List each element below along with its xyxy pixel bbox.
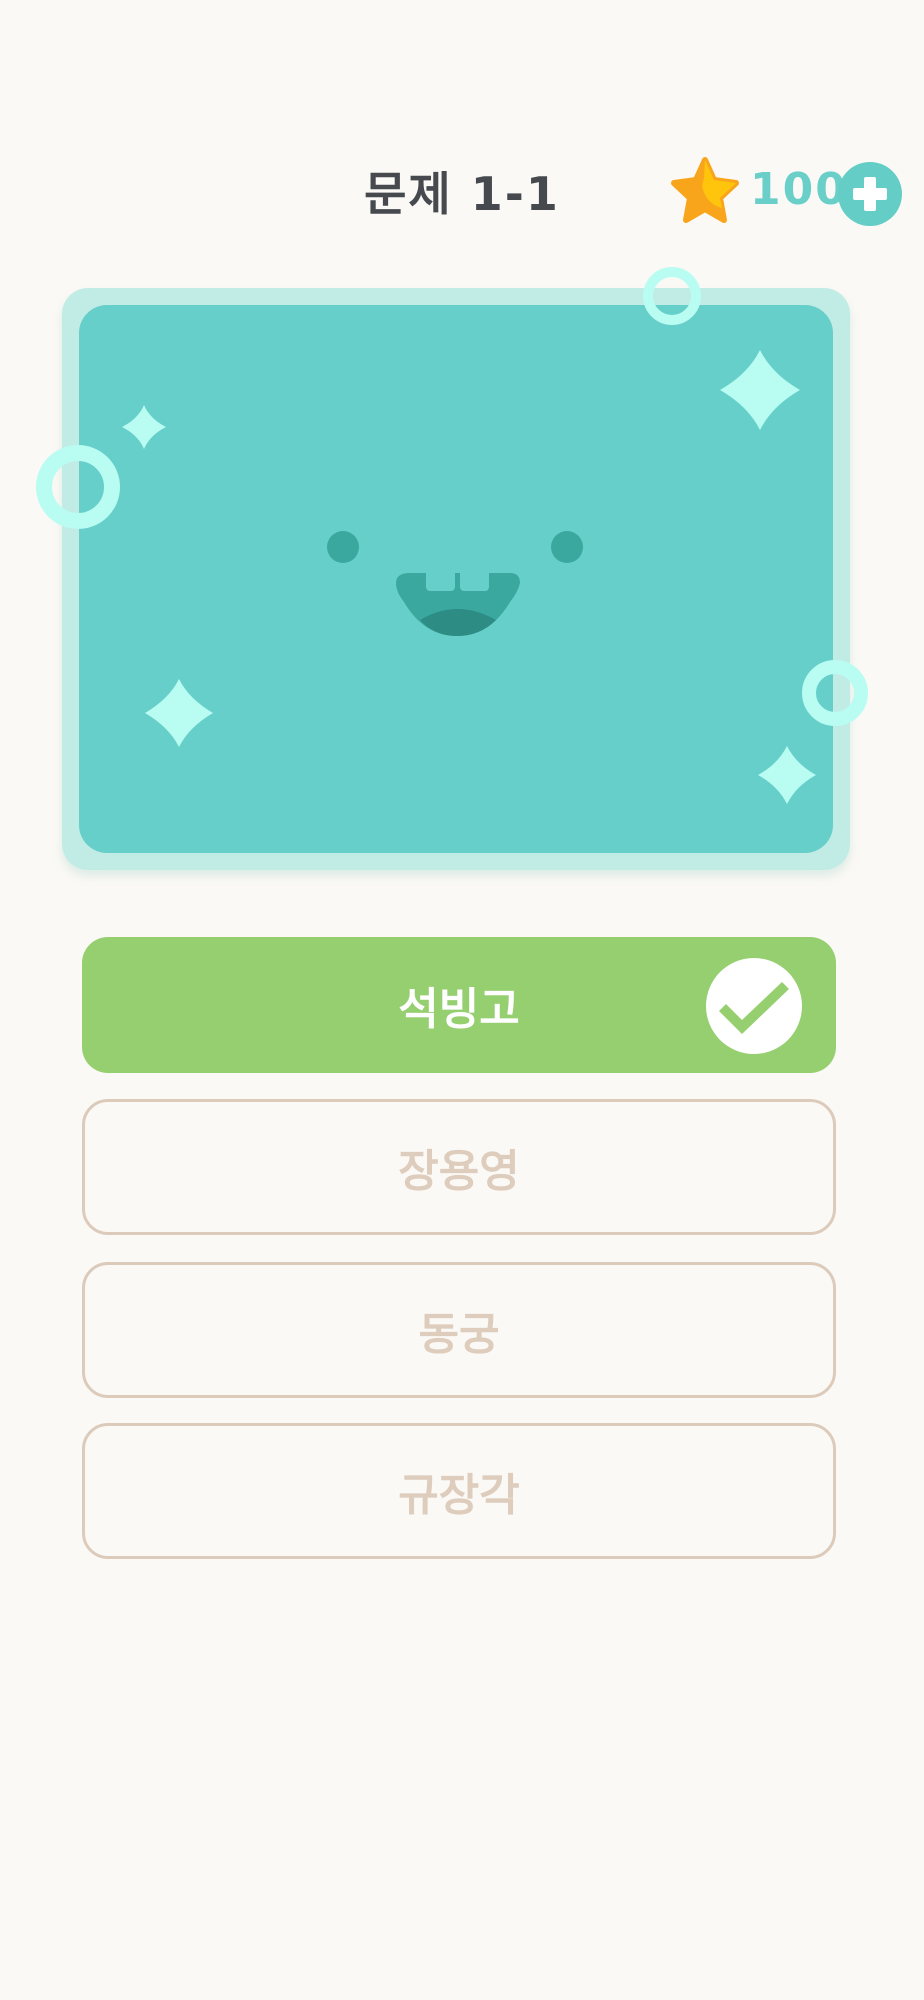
answer-label: 규장각 — [398, 1470, 520, 1521]
sparkle-icon — [720, 350, 800, 430]
ring-decoration — [802, 660, 868, 726]
ring-decoration — [643, 267, 701, 325]
ring-decoration — [36, 445, 120, 529]
sparkle-icon — [122, 405, 166, 449]
answer-option[interactable]: 장용영 — [82, 1099, 836, 1235]
sparkle-icon — [758, 746, 816, 804]
smiling-face-illustration — [327, 531, 583, 636]
star-icon — [671, 157, 739, 223]
coin-count: 100 — [750, 164, 848, 215]
answer-label: 장용영 — [398, 1146, 520, 1197]
checkmark-icon — [706, 958, 802, 1054]
answer-option[interactable]: 규장각 — [82, 1423, 836, 1559]
sparkle-icon — [145, 679, 213, 747]
plus-icon — [853, 177, 887, 211]
answer-option-correct[interactable]: 석빙고 — [82, 937, 836, 1073]
answer-label: 석빙고 — [398, 984, 520, 1035]
answer-option[interactable]: 동궁 — [82, 1262, 836, 1398]
answer-label: 동궁 — [418, 1309, 500, 1360]
add-coins-button[interactable] — [838, 162, 902, 226]
